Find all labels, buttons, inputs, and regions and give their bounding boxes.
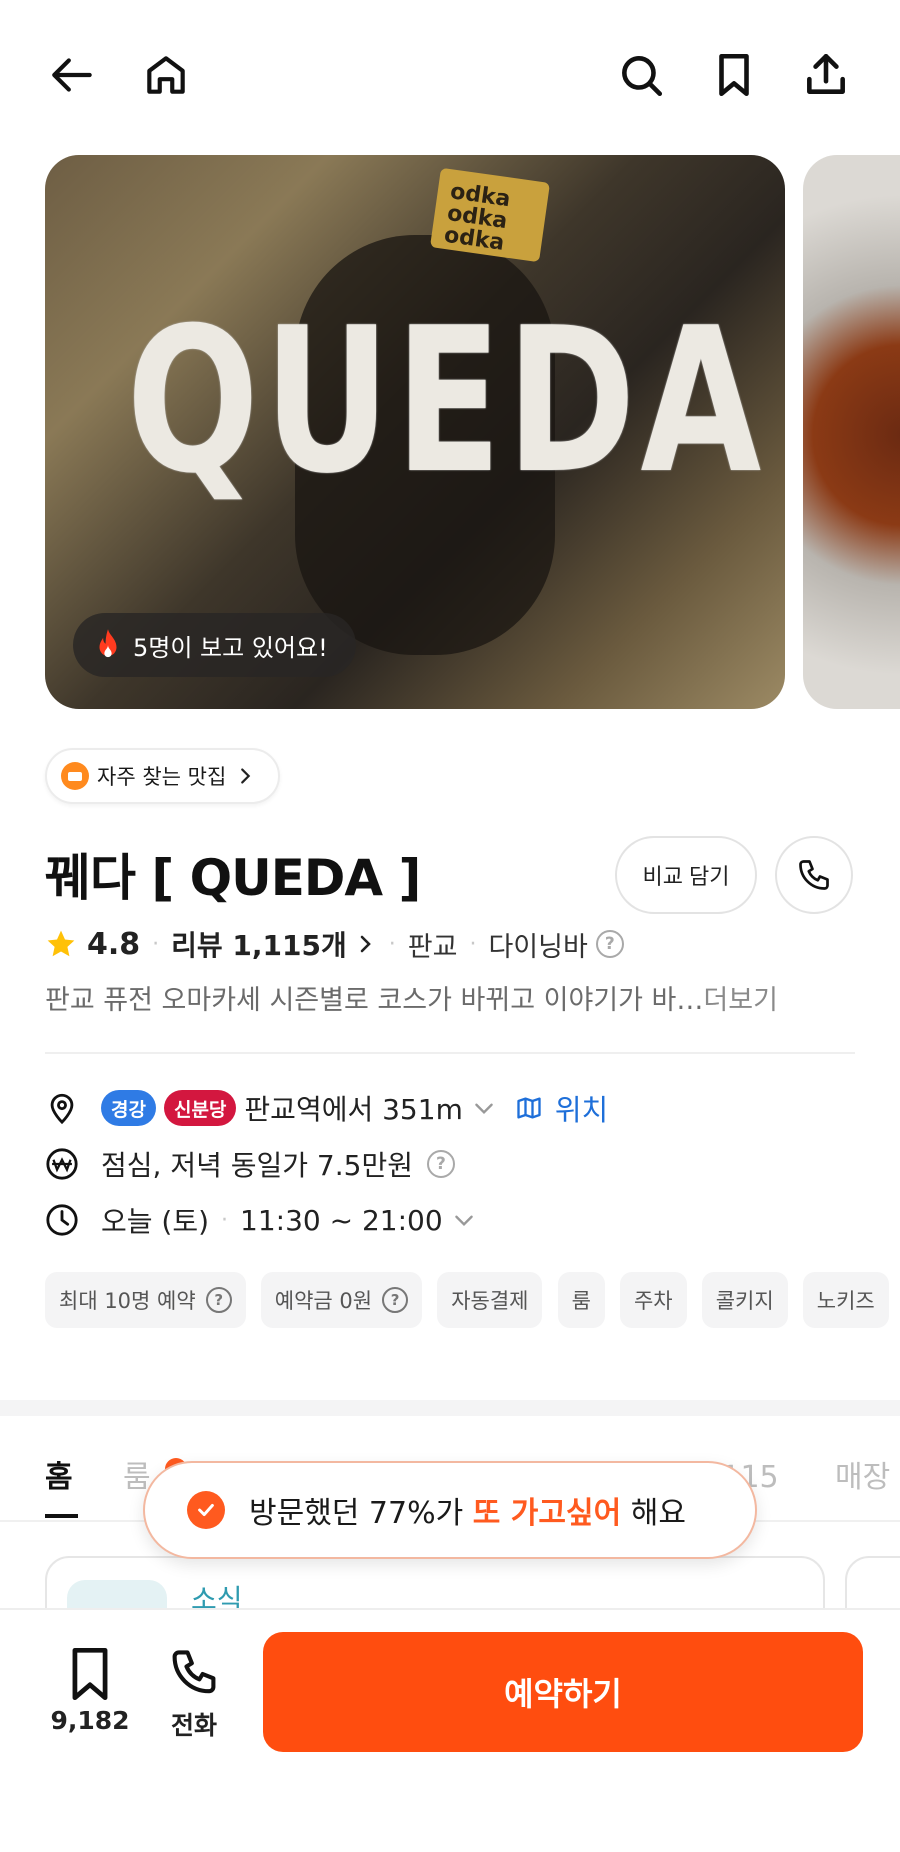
call-label: 전화 xyxy=(170,1711,217,1740)
tag-auto-pay: 자동결제 xyxy=(437,1272,543,1328)
live-viewers-badge: 5명이 보고 있어요! xyxy=(73,613,356,677)
location-link[interactable]: 위치 xyxy=(515,1087,608,1129)
feature-tags: 최대 10명 예약? 예약금 0원? 자동결제 룸 주차 콜키지 노키즈 xyxy=(45,1272,900,1330)
restaurant-name: 꿰다 [ QUEDA ] xyxy=(45,849,421,907)
news-thumbnail xyxy=(67,1580,167,1611)
photo-gallery[interactable]: odka odka odka QUEDA 5명이 보고 있어요! xyxy=(0,155,900,709)
review-link[interactable]: 리뷰 1,115개 xyxy=(171,924,347,964)
live-viewers-text: 5명이 보고 있어요! xyxy=(133,633,328,662)
rating-score: 4.8 xyxy=(87,926,141,962)
won-icon xyxy=(46,1148,78,1180)
tag-deposit: 예약금 0원? xyxy=(260,1272,423,1328)
news-cards: 소식 xyxy=(0,1556,900,1611)
share-button[interactable] xyxy=(791,40,861,110)
tag-no-kids: 노키즈 xyxy=(802,1272,889,1328)
location-link-label: 위치 xyxy=(554,1093,609,1127)
home-button[interactable] xyxy=(131,40,201,110)
clock-icon xyxy=(46,1204,78,1236)
map-pin-icon xyxy=(50,1093,74,1125)
ticket-icon xyxy=(61,762,89,790)
tag-label: 예약금 0원 xyxy=(274,1289,373,1313)
restaurant-photo[interactable]: odka odka odka QUEDA 5명이 보고 있어요! xyxy=(45,155,785,709)
hours-day: 오늘 (토) xyxy=(101,1205,210,1238)
chevron-down-icon[interactable] xyxy=(471,1095,497,1121)
price-row: 점심, 저녁 동일가 7.5만원 ? xyxy=(45,1139,455,1189)
bookmark-count-button[interactable]: 9,182 xyxy=(40,1646,140,1735)
search-icon xyxy=(622,56,663,97)
home-icon xyxy=(147,56,185,94)
separator-dot: · xyxy=(469,931,477,957)
category-label: 다이닝바 xyxy=(488,931,588,963)
description: 판교 퓨전 오마카세 시즌별로 코스가 바뀌고 이야기가 바…더보기 xyxy=(45,978,865,1024)
toast-highlight: 또 가고싶어 xyxy=(472,1496,622,1531)
compare-button[interactable]: 비교 담기 xyxy=(615,836,757,914)
toast-prefix: 방문했던 77%가 xyxy=(249,1496,473,1531)
separator-dot: · xyxy=(221,1207,229,1233)
chevron-right-icon xyxy=(360,935,371,953)
subway-badge-sinbundang: 신분당 xyxy=(163,1090,237,1126)
location-row: 경강 신분당 판교역에서 351m 위치 xyxy=(45,1083,608,1133)
map-icon xyxy=(517,1097,541,1119)
reserve-button[interactable]: 예약하기 xyxy=(263,1632,863,1752)
active-tab-indicator xyxy=(45,1514,78,1518)
news-card[interactable]: 소식 xyxy=(45,1556,825,1611)
phone-button[interactable] xyxy=(775,836,853,914)
tag-label: 최대 10명 예약 xyxy=(59,1289,196,1313)
toast-suffix: 해요 xyxy=(621,1496,686,1531)
question-icon[interactable]: ? xyxy=(595,930,624,958)
chevron-down-icon[interactable] xyxy=(451,1207,477,1233)
description-text: 판교 퓨전 오마카세 시즌별로 코스가 바뀌고 이야기가 바… xyxy=(45,985,704,1016)
section-gap xyxy=(0,1400,900,1416)
question-icon[interactable]: ? xyxy=(382,1287,409,1313)
phone-icon xyxy=(799,860,829,890)
phone-icon xyxy=(172,1650,216,1694)
price-text: 점심, 저녁 동일가 7.5만원 xyxy=(101,1149,413,1182)
bottom-action-bar: 9,182 전화 예약하기 xyxy=(0,1608,900,1852)
news-card-next[interactable] xyxy=(845,1556,900,1611)
bookmark-icon xyxy=(719,53,749,97)
news-card-label: 소식 xyxy=(191,1583,243,1611)
area-label: 판교 xyxy=(407,931,458,963)
tag-max-party: 최대 10명 예약? xyxy=(45,1272,246,1328)
bookmark-count: 9,182 xyxy=(50,1706,130,1735)
tab-store[interactable]: 매장 xyxy=(835,1452,890,1496)
photo-sign-text: odka odka odka xyxy=(442,179,512,256)
arrow-left-icon xyxy=(52,58,92,92)
revisit-toast: 방문했던 77%가 또 가고싶어 해요 xyxy=(143,1461,757,1559)
back-button[interactable] xyxy=(38,40,108,110)
question-icon[interactable]: ? xyxy=(426,1150,455,1178)
rating-row: 4.8 · 리뷰 1,115개 · 판교 · 다이닝바 ? xyxy=(45,920,624,968)
separator-dot: · xyxy=(388,931,396,957)
more-link[interactable]: 더보기 xyxy=(703,985,778,1016)
question-icon[interactable]: ? xyxy=(205,1287,232,1313)
restaurant-photo-next[interactable] xyxy=(803,155,900,709)
separator-dot: · xyxy=(152,931,160,957)
check-icon xyxy=(187,1491,225,1529)
tab-home[interactable]: 홈 xyxy=(45,1452,73,1496)
chevron-right-icon xyxy=(241,768,251,784)
tag-corkage: 콜키지 xyxy=(701,1272,788,1328)
favorite-chip-label: 자주 찾는 맛집 xyxy=(97,765,227,789)
bookmark-button[interactable] xyxy=(699,40,769,110)
subway-badge-gyeonggang: 경강 xyxy=(101,1090,156,1126)
photo-brand-text: QUEDA xyxy=(126,285,766,518)
hours-row: 오늘 (토) · 11:30 ~ 21:00 xyxy=(45,1195,477,1245)
search-button[interactable] xyxy=(606,40,676,110)
hours-time: 11:30 ~ 21:00 xyxy=(240,1203,443,1237)
call-button[interactable]: 전화 xyxy=(144,1646,244,1742)
tag-parking: 주차 xyxy=(619,1272,687,1328)
distance-text: 판교역에서 351m xyxy=(244,1093,463,1126)
star-icon xyxy=(47,930,75,957)
share-icon xyxy=(807,53,845,94)
bookmark-icon xyxy=(72,1647,108,1701)
fire-icon xyxy=(99,629,117,658)
favorite-restaurant-chip[interactable]: 자주 찾는 맛집 xyxy=(45,748,281,804)
tag-room: 룸 xyxy=(557,1272,605,1328)
divider xyxy=(45,1052,855,1054)
top-bar xyxy=(0,40,900,110)
